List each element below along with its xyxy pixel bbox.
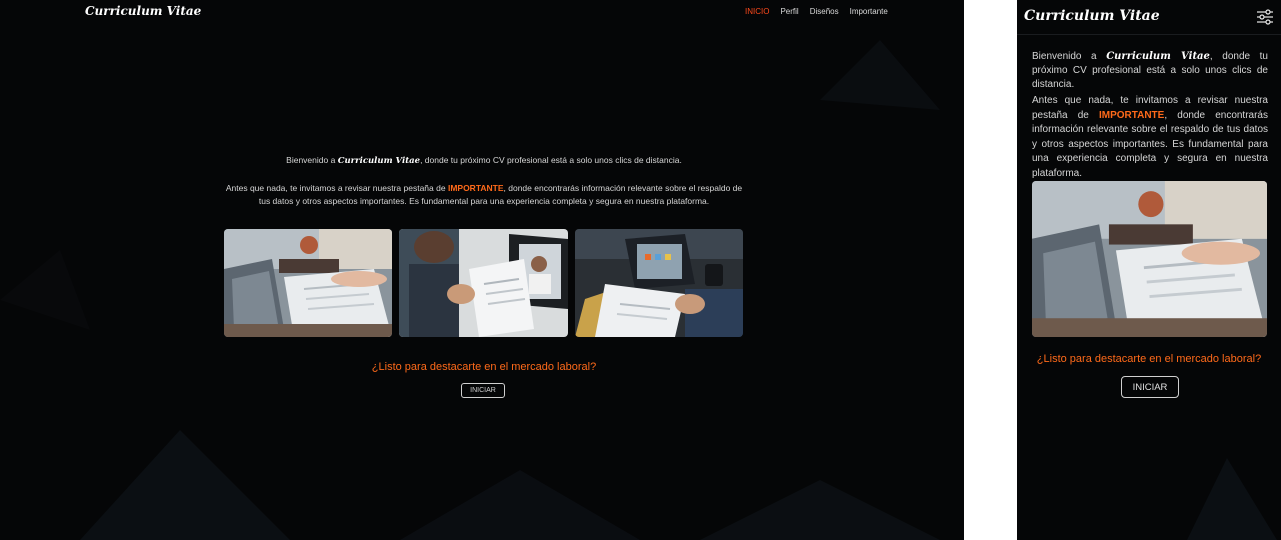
nav-menu: INICIO Perfil Diseños Importante — [745, 7, 888, 16]
welcome-brand: Curriculum Vitae — [1106, 51, 1210, 62]
settings-sliders-icon[interactable] — [1256, 8, 1274, 26]
cta-question-mobile: ¿Listo para destacarte en el mercado lab… — [1036, 353, 1262, 365]
welcome-text-mobile: Bienvenido a Curriculum Vitae, donde tu … — [1032, 50, 1268, 92]
nav-item-disenos[interactable]: Diseños — [810, 7, 839, 16]
start-button-mobile[interactable]: INICIAR — [1121, 376, 1179, 398]
nav-item-inicio[interactable]: INICIO — [745, 7, 769, 16]
welcome-text: Bienvenido a Curriculum Vitae, donde tu … — [224, 155, 744, 166]
desktop-view: Curriculum Vitae INICIO Perfil Diseños I… — [0, 0, 964, 540]
mobile-navbar: Curriculum Vitae — [1017, 0, 1281, 35]
reviewing-documents-photo — [575, 229, 743, 337]
background-decoration-mobile — [1187, 458, 1277, 540]
mobile-view: Curriculum Vitae Bienvenido a Curriculum… — [1017, 0, 1281, 540]
resume-on-laptop-photo — [224, 229, 392, 337]
notice-highlight: IMPORTANTE — [447, 183, 504, 193]
notice-text-mobile: Antes que nada, te invitamos a revisar n… — [1032, 94, 1268, 181]
welcome-brand: Curriculum Vitae — [337, 156, 421, 166]
welcome-suffix: , donde tu próximo CV profesional está a… — [420, 155, 682, 165]
notice-prefix: Antes que nada, te invitamos a revisar n… — [225, 183, 448, 193]
brand-logo-mobile[interactable]: Curriculum Vitae — [1024, 8, 1160, 24]
resume-on-laptop-photo-mobile — [1032, 181, 1267, 337]
nav-item-importante[interactable]: Importante — [850, 7, 888, 16]
cta-question: ¿Listo para destacarte en el mercado lab… — [371, 361, 597, 373]
video-call-resume-photo — [399, 229, 568, 337]
top-navbar: Curriculum Vitae INICIO Perfil Diseños I… — [0, 0, 964, 24]
brand-logo[interactable]: Curriculum Vitae — [85, 4, 201, 18]
nav-item-perfil[interactable]: Perfil — [780, 7, 798, 16]
start-button[interactable]: INICIAR — [461, 383, 505, 398]
welcome-prefix: Bienvenido a — [286, 155, 338, 165]
welcome-prefix: Bienvenido a — [1032, 51, 1107, 62]
notice-text: Antes que nada, te invitamos a revisar n… — [224, 182, 744, 208]
notice-highlight: IMPORTANTE — [1098, 109, 1165, 121]
